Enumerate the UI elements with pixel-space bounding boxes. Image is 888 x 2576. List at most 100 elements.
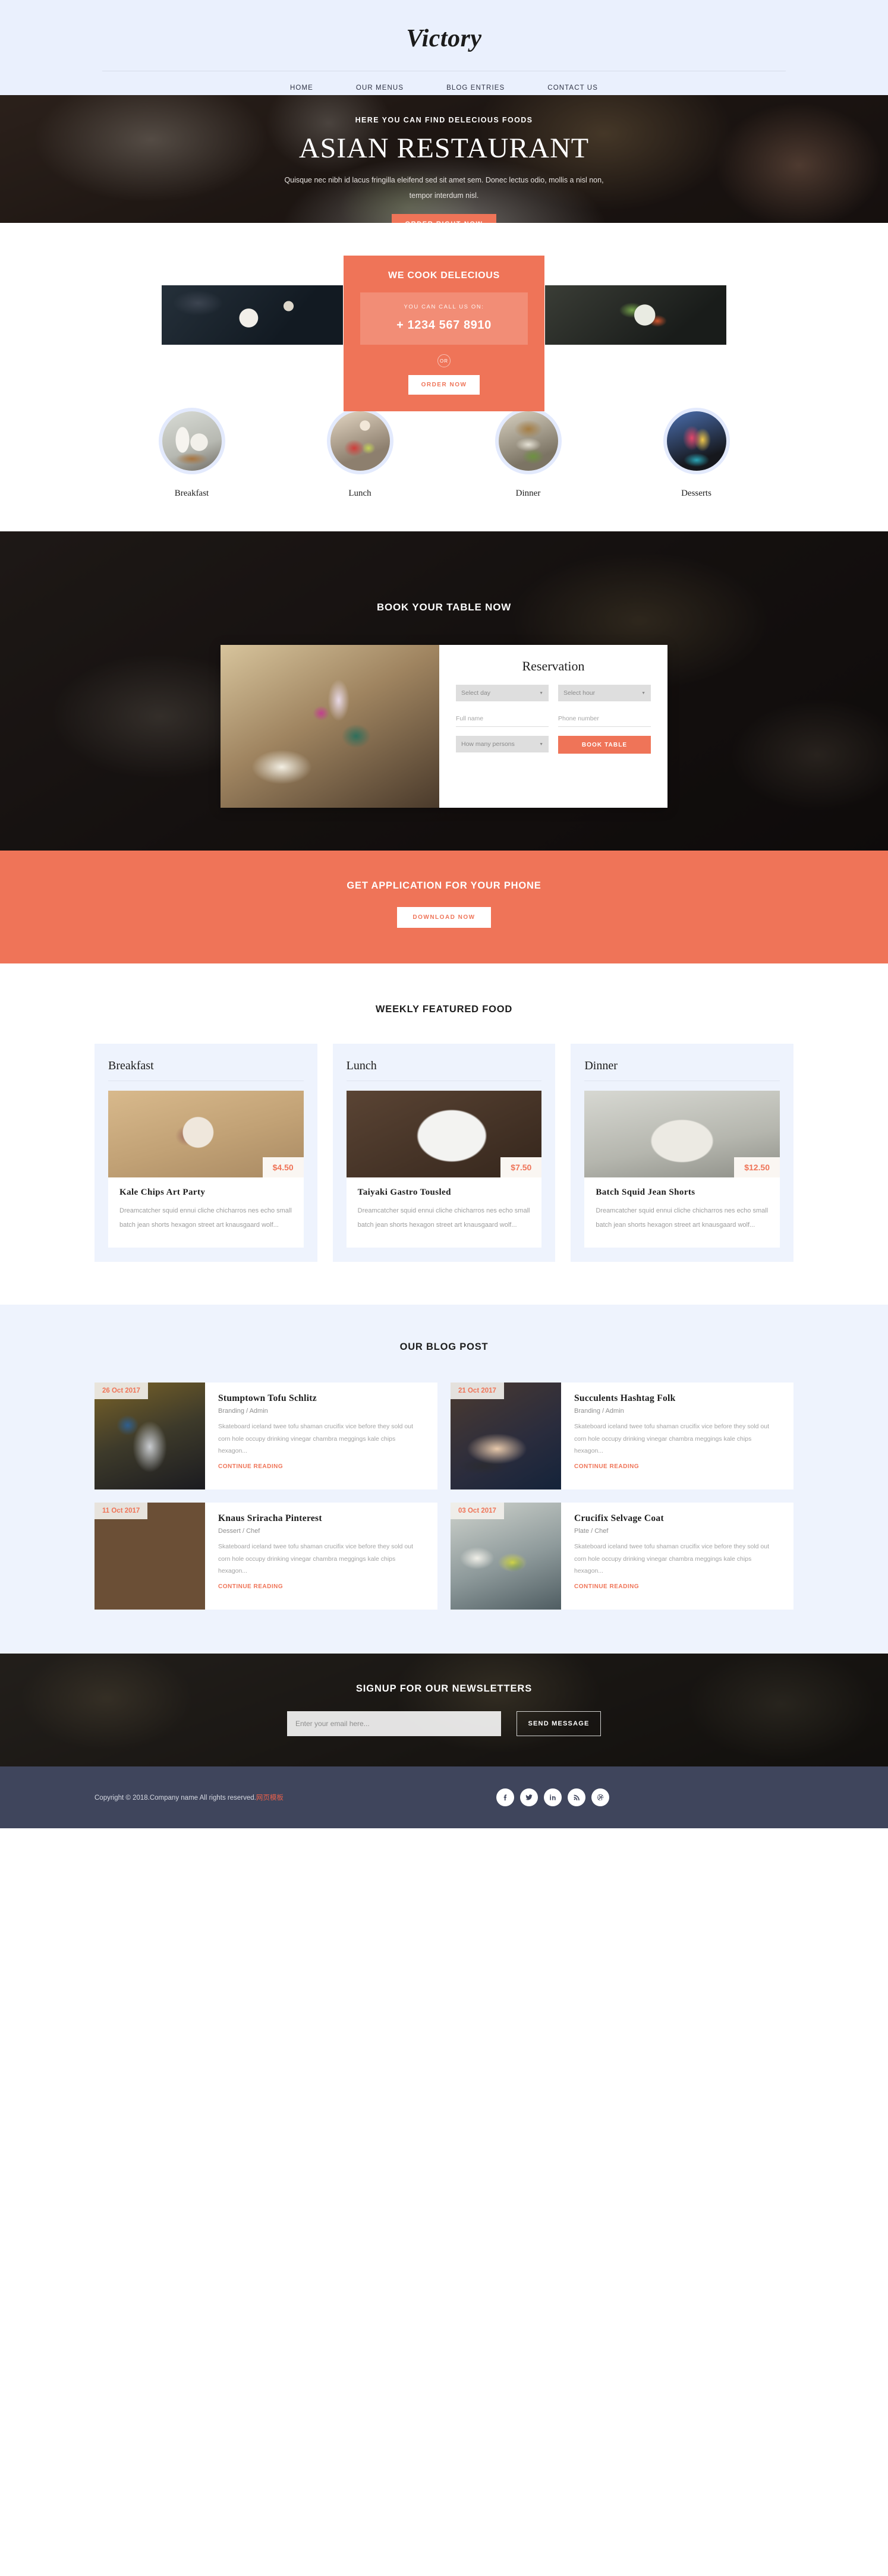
featured-item-name: Kale Chips Art Party <box>119 1188 206 1197</box>
category-breakfast-thumb <box>158 408 225 474</box>
category-lunch[interactable]: Lunch <box>297 408 423 499</box>
featured-item-name: Taiyaki Gastro Tousled <box>357 1188 451 1197</box>
newsletter-email-input[interactable] <box>287 1711 501 1737</box>
price-badge: $4.50 <box>262 1157 304 1177</box>
blog-post-image: 21 Oct 2017 <box>451 1383 561 1490</box>
category-dinner[interactable]: Dinner <box>465 408 591 499</box>
order-right-now-button[interactable]: ORDER RIGHT NOW <box>391 213 497 223</box>
continue-reading-link[interactable]: CONTINUE READING <box>574 1463 639 1470</box>
cook-row: WE COOK DELECIOUS YOU CAN CALL US ON: + … <box>162 256 726 411</box>
nav-item-home[interactable]: HOME <box>290 84 313 92</box>
hero-title: ASIAN RESTAURANT <box>298 133 590 164</box>
category-dinner-label: Dinner <box>515 489 541 498</box>
reservation-row-3: How many persons ▼ BOOK TABLE <box>456 736 651 754</box>
facebook-icon[interactable] <box>496 1788 514 1807</box>
select-day-dropdown[interactable]: Select day ▼ <box>456 685 549 701</box>
newsletter-content: SIGNUP FOR OUR NEWSLETTERS SEND MESSAGE <box>0 1654 888 1737</box>
order-now-button[interactable]: ORDER NOW <box>408 375 480 395</box>
featured-card[interactable]: $7.50 Taiyaki Gastro Tousled Dreamcatche… <box>346 1091 542 1248</box>
blog-post-image: 03 Oct 2017 <box>451 1503 561 1610</box>
featured-item-description: Dreamcatcher squid ennui cliche chicharr… <box>119 1207 292 1229</box>
category-breakfast[interactable]: Breakfast <box>129 408 255 499</box>
blog-post-excerpt: Skateboard iceland twee tofu shaman cruc… <box>218 1423 414 1455</box>
blog-post[interactable]: 11 Oct 2017 Knaus Sriracha Pinterest Des… <box>95 1503 437 1610</box>
persons-dropdown[interactable]: How many persons ▼ <box>456 736 549 752</box>
phone-number-input[interactable] <box>558 710 651 727</box>
featured-column-lunch: Lunch $7.50 Taiyaki Gastro Tousled Dream… <box>332 1044 556 1262</box>
chevron-down-icon: ▼ <box>641 691 645 695</box>
category-lunch-label: Lunch <box>348 489 371 498</box>
full-name-input[interactable] <box>456 710 549 727</box>
featured-food-image: $12.50 <box>584 1091 780 1177</box>
book-table-button[interactable]: BOOK TABLE <box>558 736 651 754</box>
blog-post-date: 11 Oct 2017 <box>95 1503 148 1520</box>
blog-post-title: Knaus Sriracha Pinterest <box>218 1513 322 1524</box>
app-banner-section: GET APPLICATION FOR YOUR PHONE DOWNLOAD … <box>0 851 888 963</box>
app-banner-title: GET APPLICATION FOR YOUR PHONE <box>347 880 541 891</box>
credit-link[interactable]: 网页模板 <box>256 1794 284 1802</box>
send-message-button[interactable]: SEND MESSAGE <box>517 1711 601 1737</box>
nav-item-contact-us[interactable]: CONTACT US <box>547 84 598 92</box>
rss-icon[interactable] <box>568 1788 585 1807</box>
featured-section-title: WEEKLY FEATURED FOOD <box>375 1004 513 1015</box>
select-hour-value: Select hour <box>563 689 596 697</box>
blog-post-meta: Dessert / Chef <box>218 1528 260 1535</box>
linkedin-icon[interactable] <box>544 1788 562 1807</box>
nav-item-our-menus[interactable]: OUR MENUS <box>356 84 404 92</box>
featured-food-image: $7.50 <box>346 1091 542 1177</box>
cook-photo-right <box>545 285 726 345</box>
blog-post-image: 11 Oct 2017 <box>95 1503 205 1610</box>
social-links <box>496 1788 609 1807</box>
price-badge: $7.50 <box>500 1157 542 1177</box>
booking-section-title: BOOK YOUR TABLE NOW <box>376 602 512 613</box>
reservation-row-2 <box>456 710 651 727</box>
blog-post[interactable]: 03 Oct 2017 Crucifix Selvage Coat Plate … <box>451 1503 793 1610</box>
blog-post[interactable]: 26 Oct 2017 Stumptown Tofu Schlitz Brand… <box>95 1383 437 1490</box>
blog-post-title: Stumptown Tofu Schlitz <box>218 1393 317 1404</box>
blog-post-excerpt: Skateboard iceland twee tofu shaman cruc… <box>574 1423 770 1455</box>
download-now-button[interactable]: DOWNLOAD NOW <box>397 907 491 928</box>
featured-item-name: Batch Squid Jean Shorts <box>596 1188 695 1197</box>
cook-phone-number: + 1234 567 8910 <box>396 319 492 332</box>
page-root: Victory HOME OUR MENUS BLOG ENTRIES CONT… <box>0 0 888 1829</box>
copyright-text: Copyright © 2018.Company name All rights… <box>95 1793 284 1802</box>
category-dinner-thumb <box>495 408 562 474</box>
twitter-icon[interactable] <box>520 1788 538 1807</box>
featured-item-description: Dreamcatcher squid ennui cliche chicharr… <box>596 1207 769 1229</box>
select-hour-dropdown[interactable]: Select hour ▼ <box>558 685 651 701</box>
blog-grid: 26 Oct 2017 Stumptown Tofu Schlitz Brand… <box>95 1383 793 1610</box>
dribbble-icon[interactable] <box>591 1788 609 1807</box>
blog-section: OUR BLOG POST 26 Oct 2017 Stumptown Tofu… <box>0 1305 888 1654</box>
category-lunch-thumb <box>326 408 393 474</box>
hero-section: HERE YOU CAN FIND DELECIOUS FOODS ASIAN … <box>0 95 888 223</box>
continue-reading-link[interactable]: CONTINUE READING <box>574 1583 639 1590</box>
hero-subtitle: Quisque nec nibh id lacus fringilla elei… <box>284 176 604 200</box>
featured-card[interactable]: $4.50 Kale Chips Art Party Dreamcatcher … <box>108 1091 304 1248</box>
blog-post-excerpt: Skateboard iceland twee tofu shaman cruc… <box>574 1543 770 1575</box>
category-desserts-label: Desserts <box>681 489 711 498</box>
blog-post-date: 03 Oct 2017 <box>451 1503 504 1520</box>
blog-post[interactable]: 21 Oct 2017 Succulents Hashtag Folk Bran… <box>451 1383 793 1490</box>
reservation-form-title: Reservation <box>522 659 585 673</box>
blog-post-title: Succulents Hashtag Folk <box>574 1393 676 1404</box>
featured-card[interactable]: $12.50 Batch Squid Jean Shorts Dreamcatc… <box>584 1091 780 1248</box>
reservation-form: Reservation Select day ▼ Select hour ▼ F… <box>439 645 667 808</box>
category-desserts[interactable]: Desserts <box>634 408 760 499</box>
hero-eyebrow: HERE YOU CAN FIND DELECIOUS FOODS <box>355 116 533 124</box>
copyright-label: Copyright © 2018.Company name All rights… <box>95 1794 256 1802</box>
blog-post-date: 21 Oct 2017 <box>451 1383 504 1400</box>
continue-reading-link[interactable]: CONTINUE READING <box>218 1463 283 1470</box>
cook-delicious-section: WE COOK DELECIOUS YOU CAN CALL US ON: + … <box>0 223 888 411</box>
cook-call-label: YOU CAN CALL US ON: <box>404 304 484 310</box>
blog-post-meta: Plate / Chef <box>574 1528 609 1535</box>
nav-item-blog-entries[interactable]: BLOG ENTRIES <box>446 84 505 92</box>
continue-reading-link[interactable]: CONTINUE READING <box>218 1583 283 1590</box>
site-brand: Victory <box>406 25 482 52</box>
featured-food-section: WEEKLY FEATURED FOOD Breakfast $4.50 Kal… <box>0 963 888 1305</box>
main-navigation: HOME OUR MENUS BLOG ENTRIES CONTACT US <box>0 84 888 92</box>
featured-heading: Breakfast <box>108 1059 154 1072</box>
featured-column-dinner: Dinner $12.50 Batch Squid Jean Shorts Dr… <box>571 1044 794 1262</box>
hero-content: HERE YOU CAN FIND DELECIOUS FOODS ASIAN … <box>0 95 888 223</box>
featured-food-image: $4.50 <box>108 1091 304 1177</box>
blog-post-meta: Branding / Admin <box>218 1407 268 1415</box>
